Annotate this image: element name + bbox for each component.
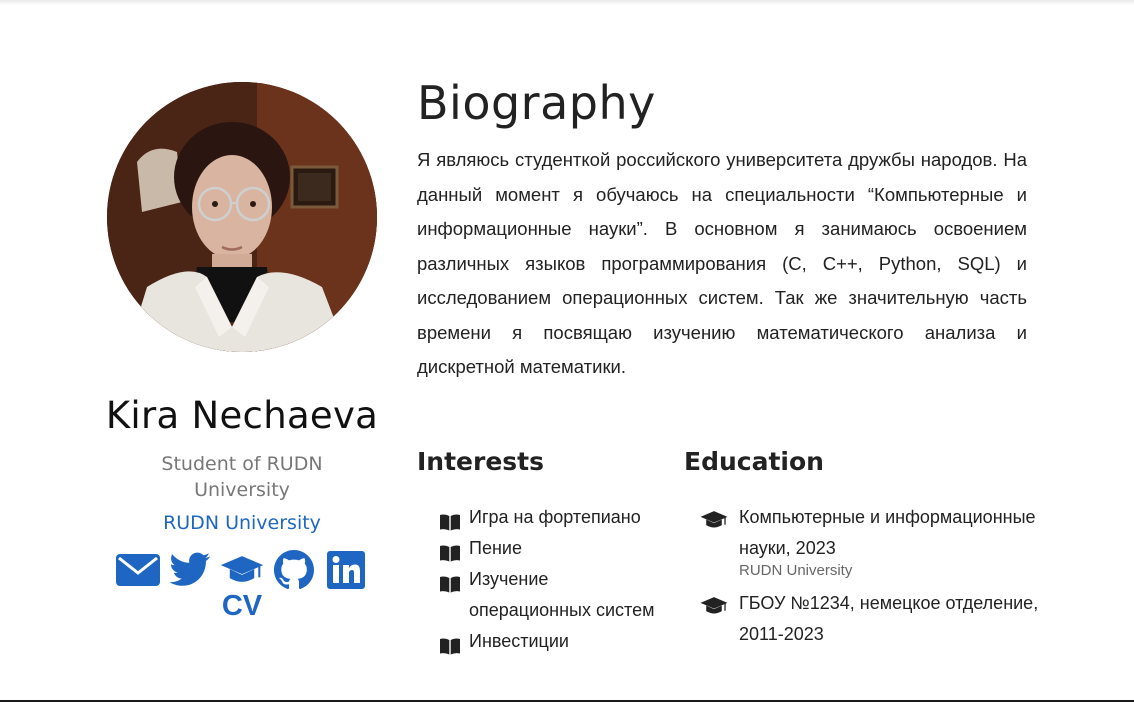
twitter-icon [169,552,210,586]
interests-title: Interests [417,447,545,476]
twitter-link[interactable] [168,550,212,590]
cv-link[interactable]: CV [222,590,262,623]
github-icon [274,550,314,590]
social-links [100,550,384,590]
interests-section: Interests Игра на фортепиано Пение Изуче… [417,447,667,657]
education-institution: RUDN University [739,562,853,579]
list-item: Изучение операционных систем [417,564,659,626]
github-link[interactable] [272,550,316,590]
top-shadow-bar [0,0,1134,5]
email-link[interactable] [116,550,160,590]
envelope-icon [116,554,160,586]
linkedin-link[interactable] [324,550,368,590]
list-item: Пение [417,533,659,564]
biography-title: Biography [417,76,656,130]
graduation-cap-icon [700,509,728,540]
book-icon [439,634,461,665]
biography-section: Biography Я являюсь студенткой российско… [417,76,1027,385]
education-title: Education [684,447,824,476]
graduation-cap-icon [220,556,264,582]
education-course: ГБОУ №1234, немецкое отделение, 2011-202… [739,593,1039,644]
education-course: Компьютерные и информационные науки, 202… [739,507,1036,558]
list-item: ГБОУ №1234, немецкое отделение, 2011-202… [684,588,1044,650]
graduation-cap-icon [700,595,728,626]
scholar-link[interactable] [220,550,264,590]
list-item: Инвестиции [417,626,659,657]
biography-text: Я являюсь студенткой российского универс… [417,149,1027,377]
list-item: Игра на фортепиано [417,502,659,533]
education-list: Компьютерные и информационные науки, 202… [684,502,1044,650]
linkedin-icon [327,551,365,589]
avatar [107,82,377,352]
organization-link[interactable]: RUDN University [163,512,321,534]
education-section: Education Компьютерные и информационные … [684,447,1044,658]
book-icon [439,572,461,603]
profile-card: Kira Nechaeva Student of RUDN University… [100,80,384,623]
profile-role: Student of RUDN University [161,453,323,501]
interests-list: Игра на фортепиано Пение Изучение операц… [417,502,667,657]
profile-name: Kira Nechaeva [105,394,379,437]
list-item: Компьютерные и информационные науки, 202… [684,502,1044,580]
